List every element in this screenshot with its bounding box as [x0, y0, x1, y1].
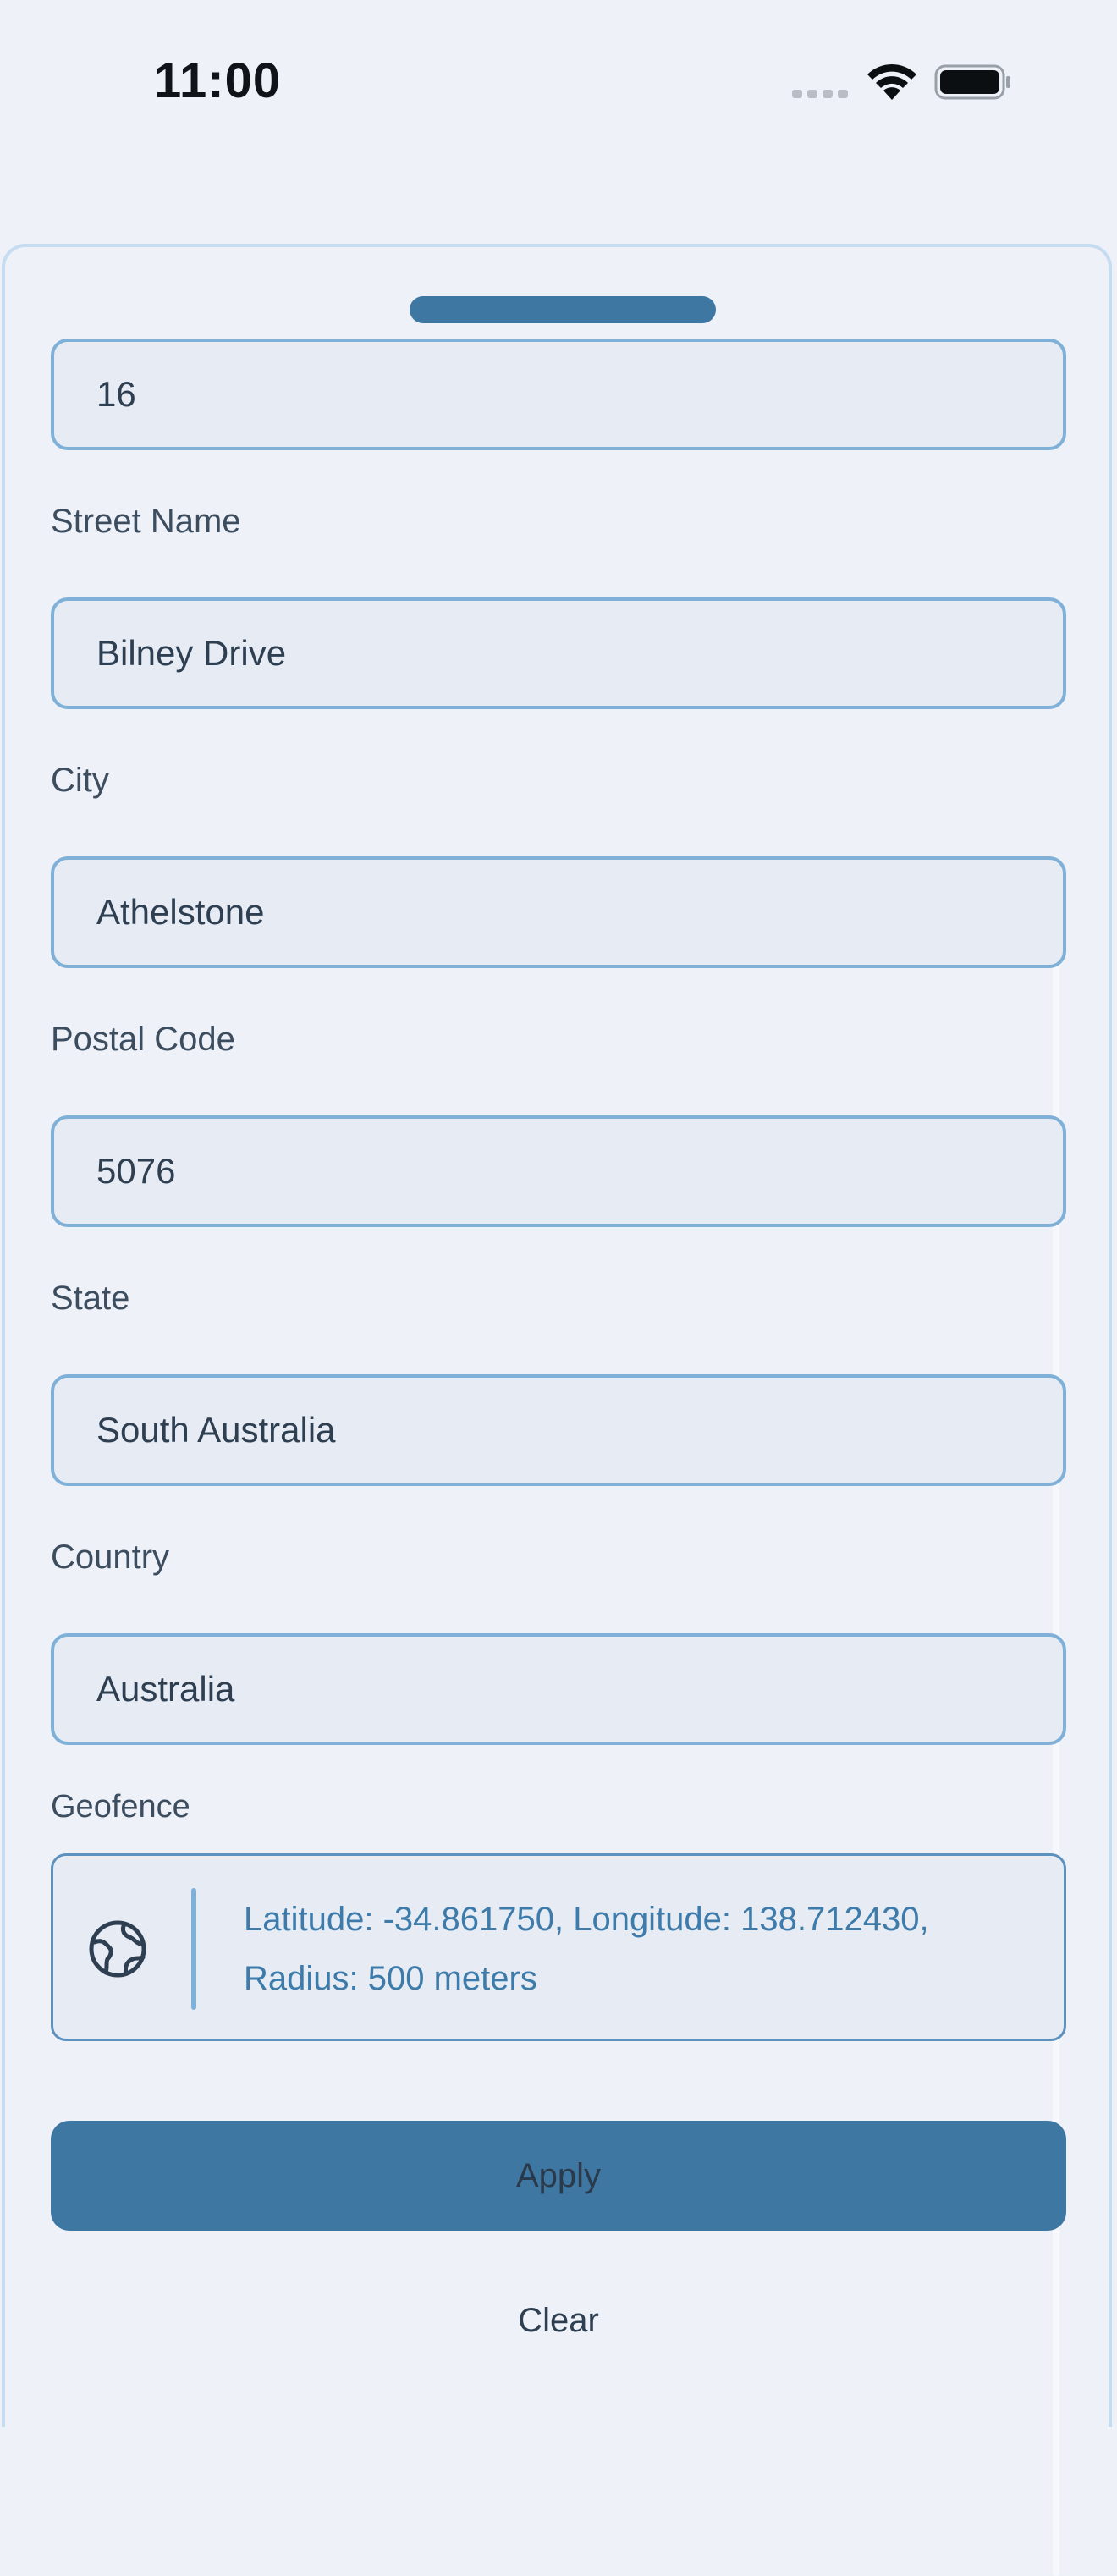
- street-number-field[interactable]: [51, 339, 1066, 450]
- apply-button[interactable]: Apply: [51, 2121, 1066, 2231]
- country-input[interactable]: [96, 1669, 1010, 1709]
- street-number-input[interactable]: [96, 374, 1010, 415]
- state-label: State: [51, 1280, 130, 1317]
- postal-code-input[interactable]: [96, 1151, 1010, 1192]
- geofence-label: Geofence: [51, 1789, 190, 1825]
- street-name-field[interactable]: [51, 597, 1066, 709]
- cellular-signal-icon: [792, 90, 848, 98]
- status-time: 11:00: [154, 53, 282, 108]
- postal-code-field[interactable]: [51, 1115, 1066, 1227]
- country-label: Country: [51, 1538, 170, 1576]
- clear-button[interactable]: Clear: [389, 2285, 728, 2356]
- state-input[interactable]: [96, 1410, 1010, 1450]
- city-field[interactable]: [51, 856, 1066, 968]
- city-label: City: [51, 762, 109, 799]
- bottom-sheet: [2, 244, 1112, 2576]
- street-name-label: Street Name: [51, 503, 241, 540]
- geofence-divider: [191, 1888, 196, 2010]
- geofence-coordinates: Latitude: -34.861750, Longitude: 138.712…: [244, 1901, 929, 1938]
- geofence-radius: Radius: 500 meters: [244, 1960, 537, 1997]
- sheet-drag-handle[interactable]: [410, 296, 716, 323]
- state-field[interactable]: [51, 1374, 1066, 1486]
- street-name-input[interactable]: [96, 633, 1010, 674]
- geofence-summary: Latitude: -34.861750, Longitude: 138.712…: [244, 1890, 1056, 2008]
- postal-code-label: Postal Code: [51, 1021, 235, 1058]
- battery-icon: [934, 64, 1010, 100]
- geofence-selector[interactable]: Latitude: -34.861750, Longitude: 138.712…: [51, 1853, 1066, 2041]
- wifi-icon: [867, 63, 916, 100]
- status-bar: 11:00: [0, 0, 1117, 161]
- country-field[interactable]: [51, 1633, 1066, 1745]
- city-input[interactable]: [96, 892, 1010, 933]
- globe-icon: [89, 1920, 146, 1978]
